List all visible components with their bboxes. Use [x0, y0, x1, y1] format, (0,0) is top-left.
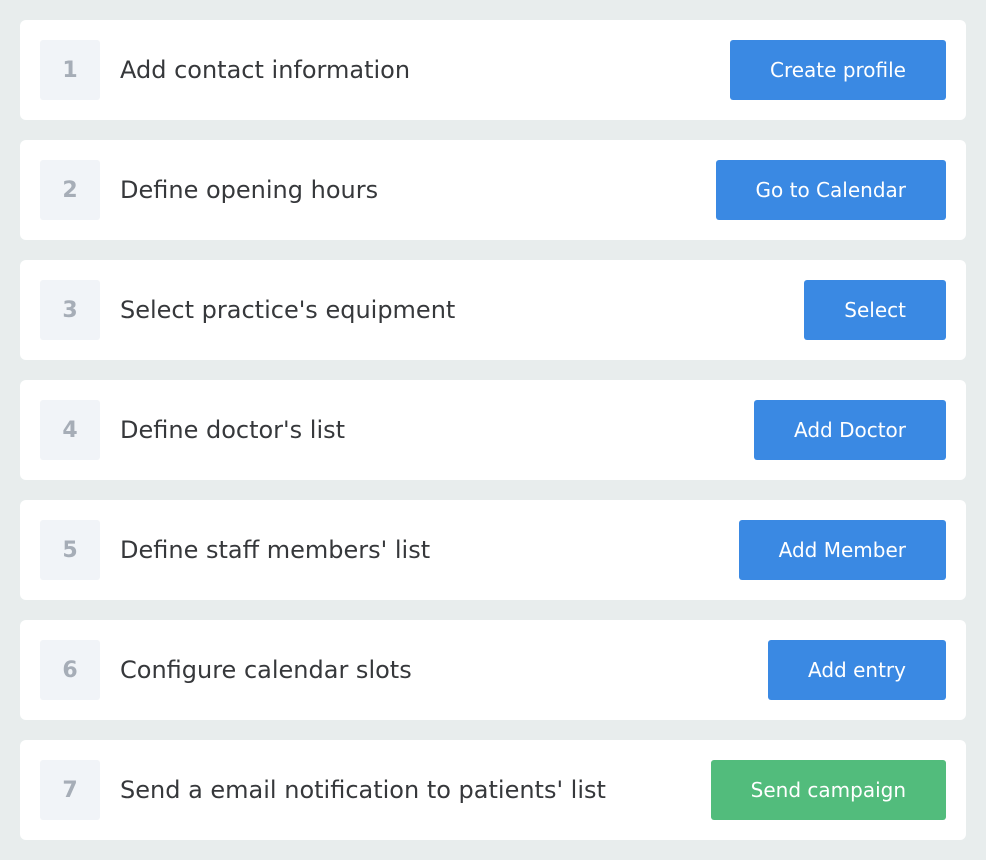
step-card: 1 Add contact information Create profile: [20, 20, 966, 120]
step-label: Select practice's equipment: [120, 296, 456, 324]
select-equipment-button[interactable]: Select: [804, 280, 946, 340]
step-label: Send a email notification to patients' l…: [120, 776, 606, 804]
create-profile-button[interactable]: Create profile: [730, 40, 946, 100]
step-label: Configure calendar slots: [120, 656, 412, 684]
step-card: 2 Define opening hours Go to Calendar: [20, 140, 966, 240]
step-card: 7 Send a email notification to patients'…: [20, 740, 966, 840]
step-number-badge: 6: [40, 640, 100, 700]
step-label: Define staff members' list: [120, 536, 431, 564]
step-label: Add contact information: [120, 56, 411, 84]
send-campaign-button[interactable]: Send campaign: [710, 760, 946, 820]
step-card: 3 Select practice's equipment Select: [20, 260, 966, 360]
add-member-button[interactable]: Add Member: [738, 520, 946, 580]
step-label: Define doctor's list: [120, 416, 346, 444]
setup-steps-list: 1 Add contact information Create profile…: [20, 20, 966, 840]
step-card: 5 Define staff members' list Add Member: [20, 500, 966, 600]
step-number-badge: 1: [40, 40, 100, 100]
add-entry-button[interactable]: Add entry: [768, 640, 946, 700]
step-card: 4 Define doctor's list Add Doctor: [20, 380, 966, 480]
step-number-badge: 5: [40, 520, 100, 580]
step-label: Define opening hours: [120, 176, 379, 204]
step-number-badge: 3: [40, 280, 100, 340]
add-doctor-button[interactable]: Add Doctor: [753, 400, 946, 460]
step-card: 6 Configure calendar slots Add entry: [20, 620, 966, 720]
step-number-badge: 4: [40, 400, 100, 460]
step-number-badge: 7: [40, 760, 100, 820]
step-number-badge: 2: [40, 160, 100, 220]
go-to-calendar-button[interactable]: Go to Calendar: [715, 160, 946, 220]
